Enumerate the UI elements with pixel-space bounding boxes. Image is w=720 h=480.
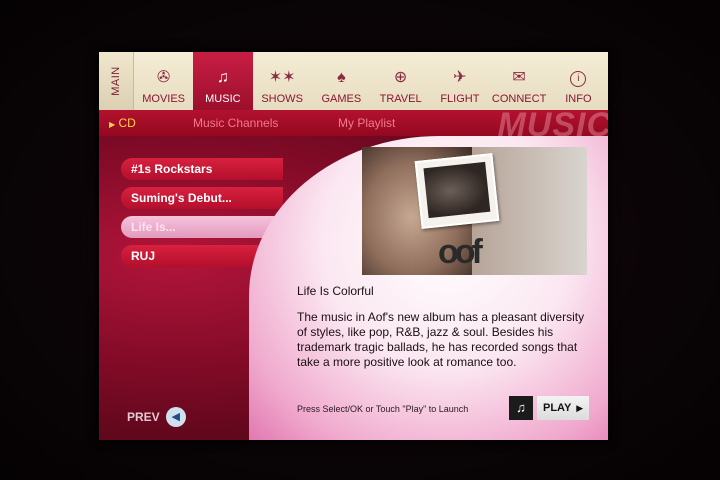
tab-info[interactable]: i INFO xyxy=(549,52,608,110)
spade-icon: ♠ xyxy=(337,69,346,86)
airplane-icon: ✈ xyxy=(453,69,467,86)
tab-connect-label: CONNECT xyxy=(491,93,547,105)
globe-icon: ⊕ xyxy=(393,69,408,86)
play-arrow-icon: ▶ xyxy=(576,403,584,413)
cover-logo: oof xyxy=(438,233,483,271)
play-button[interactable]: ♫ PLAY ▶ xyxy=(509,396,590,420)
tab-connect[interactable]: ✉ CONNECT xyxy=(490,52,549,110)
tab-games-label: GAMES xyxy=(321,93,362,105)
album-item[interactable]: Suming's Debut... xyxy=(121,187,283,209)
tab-games[interactable]: ♠ GAMES xyxy=(312,52,371,110)
tab-flight-label: FLIGHT xyxy=(440,93,480,105)
movies-icon: ✇ xyxy=(156,69,171,86)
album-item[interactable]: #1s Rockstars xyxy=(121,158,283,180)
music-note-icon: ♫ xyxy=(509,396,533,420)
prev-arrow-icon: ◀ xyxy=(165,407,186,427)
album-cover-image: oof xyxy=(362,147,587,275)
album-item-selected[interactable]: Life Is... xyxy=(121,216,283,238)
sub-nav: ▶ CD Music Channels My Playlist MUSIC xyxy=(99,110,608,136)
album-description: The music in Aof's new album has a pleas… xyxy=(297,310,585,369)
album-title: Life Is Colorful xyxy=(297,284,374,298)
main-tab[interactable]: MAIN xyxy=(99,52,134,110)
prev-button[interactable]: PREV ◀ xyxy=(127,407,186,427)
section-watermark: MUSIC xyxy=(497,110,608,136)
tab-flight[interactable]: ✈ FLIGHT xyxy=(430,52,489,110)
tab-movies[interactable]: ✇ MOVIES xyxy=(134,52,193,110)
play-label-box: PLAY ▶ xyxy=(537,396,590,420)
shows-stars-icon: ✶✶ xyxy=(268,69,296,86)
info-icon: i xyxy=(570,71,587,87)
tab-shows-label: SHOWS xyxy=(261,93,303,105)
main-tab-label: MAIN xyxy=(110,66,122,96)
subnav-cd-label: CD xyxy=(118,116,136,130)
subnav-cd[interactable]: ▶ CD xyxy=(109,116,136,130)
tab-travel[interactable]: ⊕ TRAVEL xyxy=(371,52,430,110)
tab-music[interactable]: ♫ MUSIC xyxy=(193,52,253,110)
music-note-icon: ♫ xyxy=(216,69,229,86)
ife-screen: MAIN ✇ MOVIES ♫ MUSIC ✶✶ SHOWS ♠ GAMES ⊕… xyxy=(99,52,608,440)
tab-shows[interactable]: ✶✶ SHOWS xyxy=(253,52,312,110)
prev-label: PREV xyxy=(127,410,160,424)
cd-arrow-icon: ▶ xyxy=(109,120,116,129)
subnav-my-playlist[interactable]: My Playlist xyxy=(338,116,395,130)
envelope-icon: ✉ xyxy=(512,69,526,86)
cover-polaroid xyxy=(414,153,500,229)
tab-movies-label: MOVIES xyxy=(142,93,186,105)
tab-travel-label: TRAVEL xyxy=(379,93,422,105)
tab-music-label: MUSIC xyxy=(205,93,241,105)
subnav-music-channels[interactable]: Music Channels xyxy=(193,116,278,130)
play-label: PLAY xyxy=(543,402,572,414)
launch-hint: Press Select/OK or Touch "Play" to Launc… xyxy=(297,404,469,414)
tab-info-label: INFO xyxy=(565,93,592,105)
top-nav: MAIN ✇ MOVIES ♫ MUSIC ✶✶ SHOWS ♠ GAMES ⊕… xyxy=(99,52,608,110)
